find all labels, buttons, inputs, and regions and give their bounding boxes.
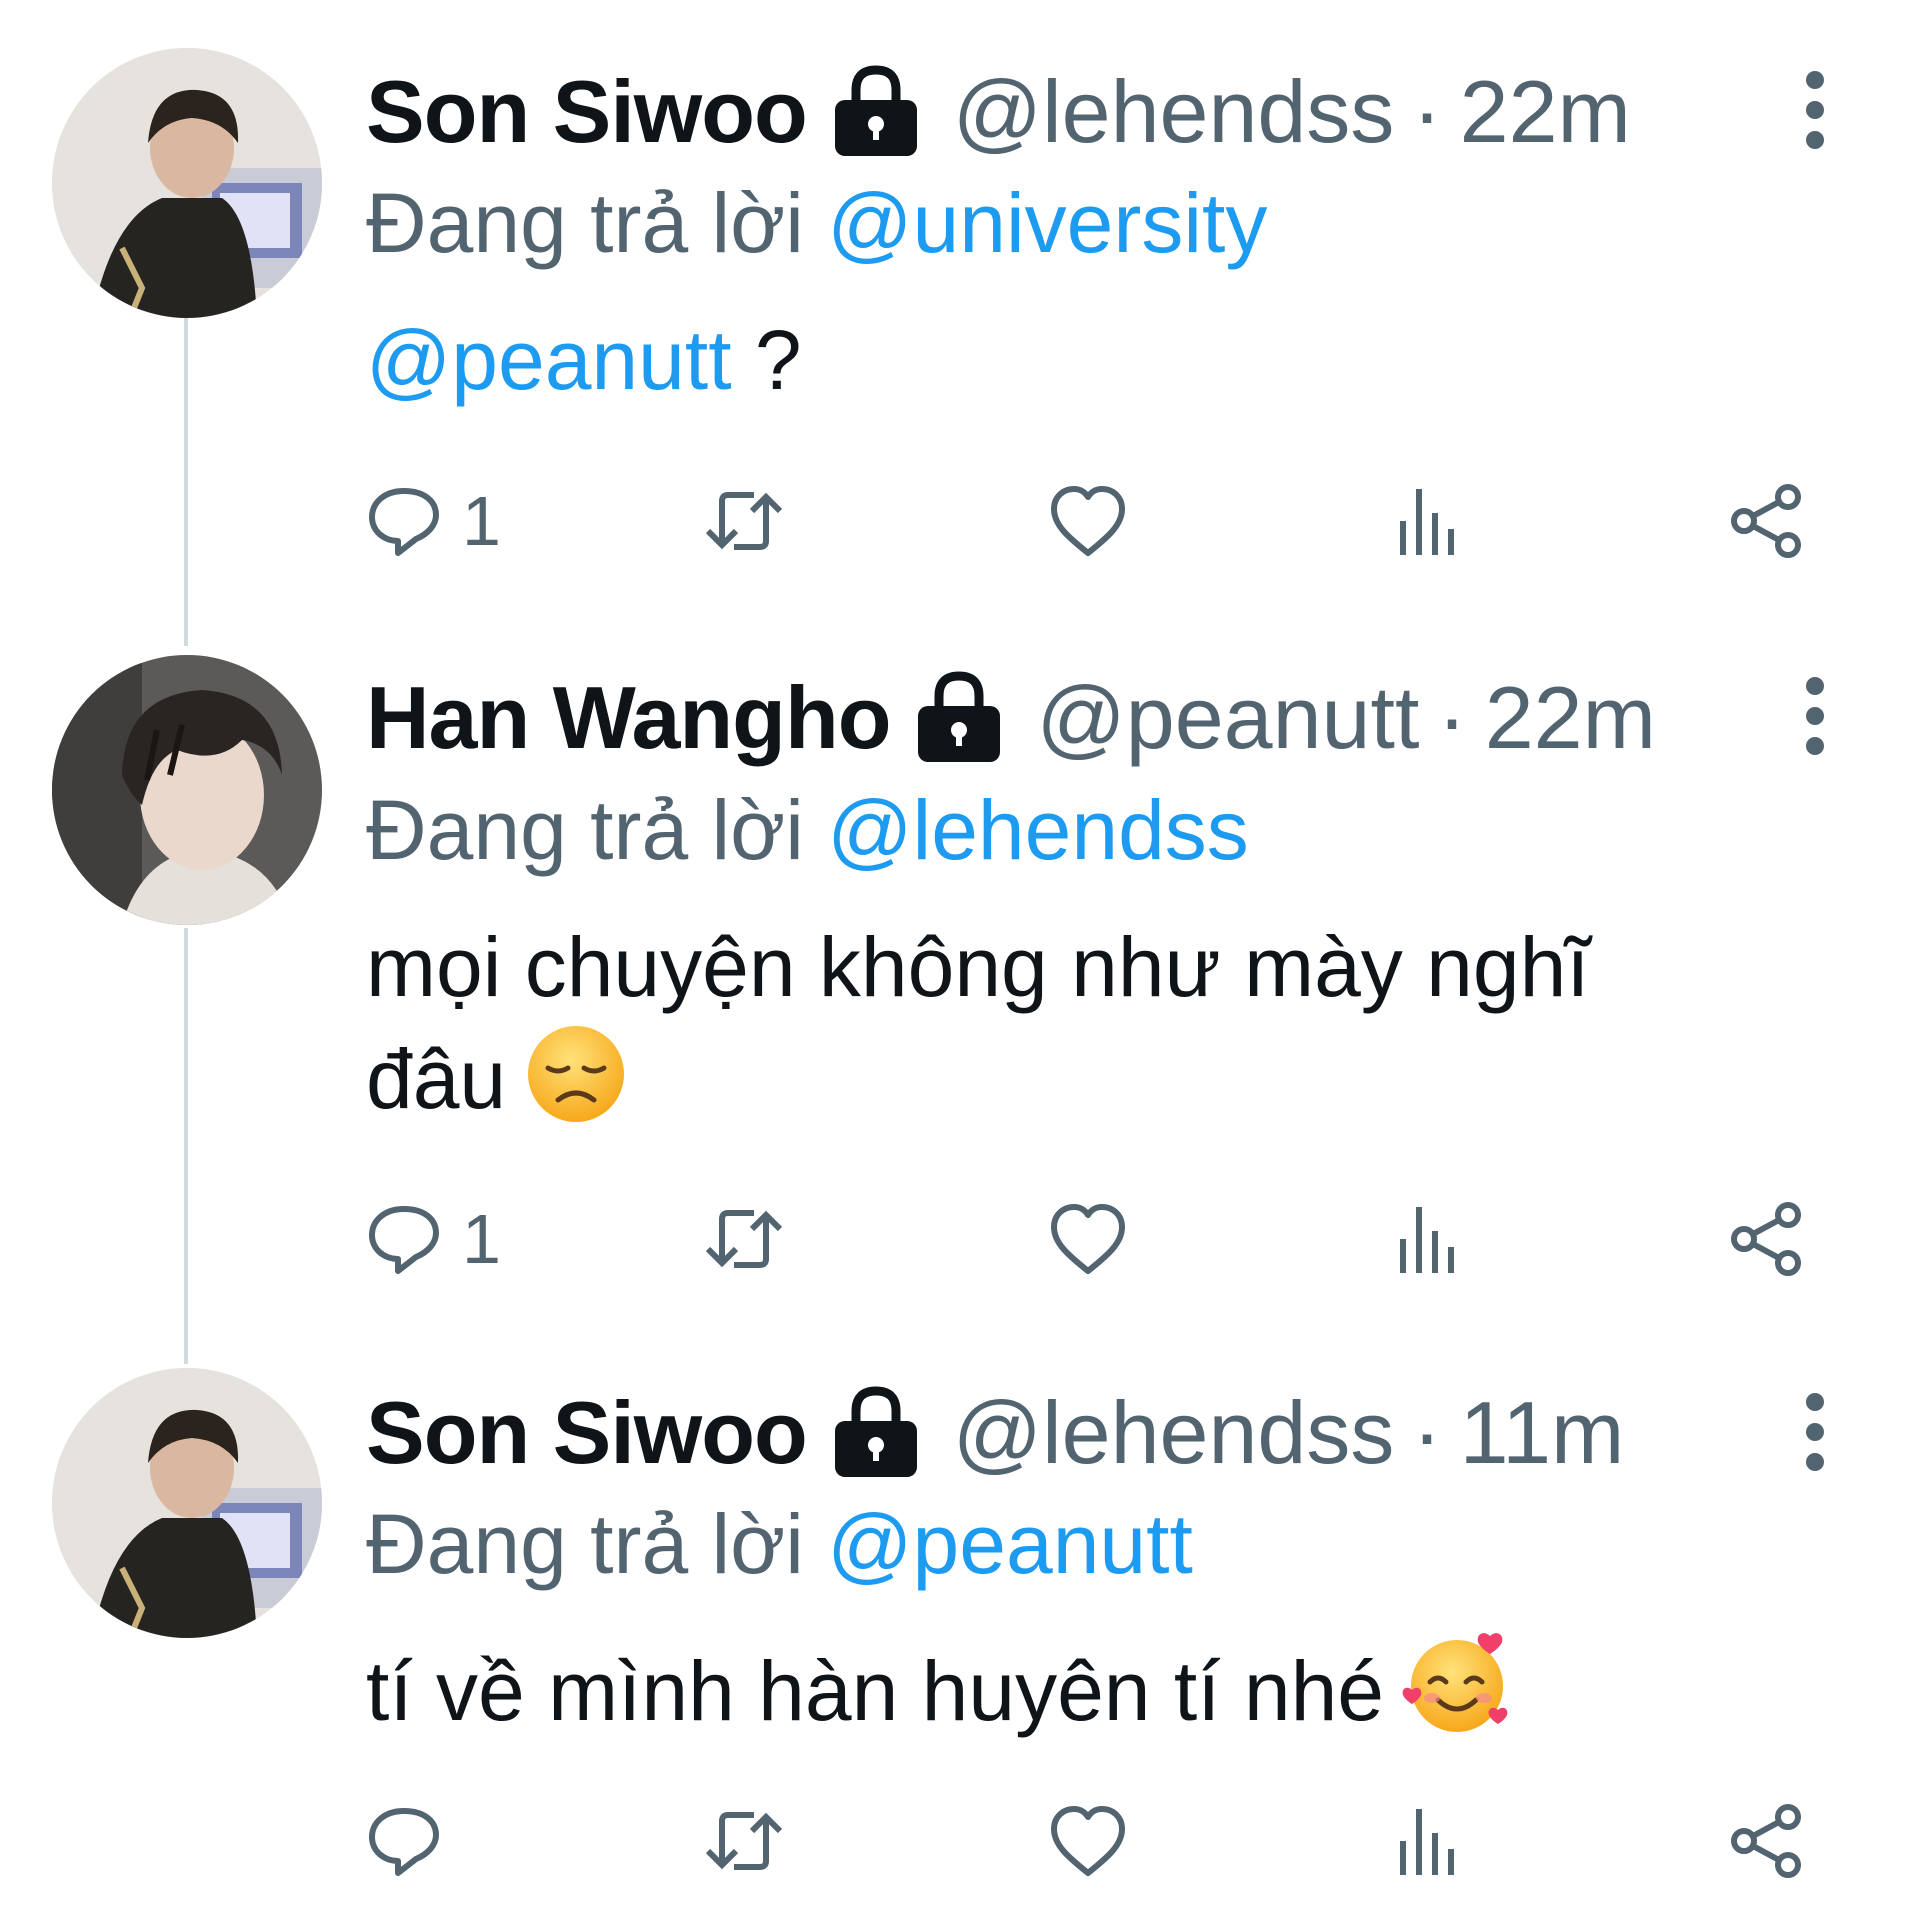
retweet-button[interactable] [702, 1194, 786, 1284]
tweet-actions [366, 1796, 1826, 1886]
reply-button[interactable]: 1 [366, 1194, 501, 1284]
tweet-text: @peanutt ? [366, 305, 1766, 415]
replying-to-label: Đang trả lời [366, 176, 804, 270]
share-button[interactable] [1726, 1194, 1806, 1284]
heart-icon [1051, 486, 1125, 556]
body-line-2-wrap: đâu [366, 1022, 1766, 1134]
reply-count: 1 [462, 1200, 501, 1278]
disappointed-face-emoji [528, 1026, 625, 1122]
avatar-photo [52, 655, 322, 925]
separator-dot: · [1412, 62, 1442, 161]
reply-icon [369, 1206, 439, 1274]
views-icon [1400, 1207, 1454, 1273]
share-button[interactable] [1726, 476, 1806, 566]
tweet-text: tí về mình hàn huyên tí nhé [366, 1628, 1766, 1746]
avatar-photo [52, 48, 322, 318]
retweet-icon [705, 1812, 783, 1870]
avatar[interactable] [52, 48, 322, 318]
share-button[interactable] [1726, 1796, 1806, 1886]
avatar-photo [52, 1368, 322, 1638]
lock-icon [912, 668, 1006, 768]
replying-to-mention[interactable]: @university [827, 176, 1267, 270]
tweet-actions: 1 [366, 476, 1826, 566]
more-vertical-icon[interactable] [1800, 1392, 1830, 1472]
replying-to-mention[interactable]: @peanutt [827, 1497, 1193, 1591]
tweet-header: Han Wangho @peanutt · 22m [366, 668, 1656, 768]
replying-to: Đang trả lời @lehendss [366, 782, 1249, 879]
retweet-icon [705, 1210, 783, 1268]
replying-to-label: Đang trả lời [366, 1497, 804, 1591]
replying-to: Đang trả lời @peanutt [366, 1496, 1193, 1593]
replying-to: Đang trả lời @university [366, 175, 1267, 272]
reply-button[interactable] [366, 1796, 462, 1886]
tweet-text: mọi chuyện không như mày nghĩ đâu [366, 912, 1766, 1134]
timestamp[interactable]: 22m [1460, 61, 1631, 163]
display-name[interactable]: Han Wangho [366, 667, 891, 769]
views-icon [1400, 489, 1454, 555]
reply-icon [369, 488, 439, 556]
more-vertical-icon[interactable] [1800, 676, 1830, 756]
handle[interactable]: @lehendss [953, 1382, 1395, 1484]
handle[interactable]: @peanutt [1036, 667, 1419, 769]
like-button[interactable] [1048, 1796, 1128, 1886]
timestamp[interactable]: 22m [1485, 667, 1656, 769]
heart-icon [1051, 1204, 1125, 1274]
display-name[interactable]: Son Siwoo [366, 61, 808, 163]
views-button[interactable] [1396, 1796, 1462, 1886]
avatar[interactable] [52, 1368, 322, 1638]
views-icon [1400, 1809, 1454, 1875]
body-line-1: mọi chuyện không như mày nghĩ [366, 920, 1590, 1014]
lock-icon [829, 1383, 923, 1483]
smiling-face-with-hearts-emoji [1402, 1633, 1508, 1732]
like-button[interactable] [1048, 476, 1128, 566]
replying-to-mention[interactable]: @lehendss [827, 783, 1249, 877]
views-button[interactable] [1396, 1194, 1462, 1284]
thread-connector-line [184, 318, 188, 646]
reply-button[interactable]: 1 [366, 476, 501, 566]
views-button[interactable] [1396, 476, 1462, 566]
display-name[interactable]: Son Siwoo [366, 1382, 808, 1484]
body-text: ? [731, 313, 802, 407]
reply-count: 1 [462, 482, 501, 560]
replying-to-label: Đang trả lời [366, 783, 804, 877]
conversation-thread: Son Siwoo @lehendss · 22m Đang trả lời @… [0, 0, 1920, 1918]
share-icon [1731, 1202, 1801, 1276]
lock-icon [829, 62, 923, 162]
handle[interactable]: @lehendss [953, 61, 1395, 163]
reply-icon [369, 1808, 439, 1876]
more-vertical-icon[interactable] [1800, 70, 1830, 150]
body-mention[interactable]: @peanutt [366, 313, 732, 407]
timestamp[interactable]: 11m [1460, 1382, 1625, 1484]
retweet-icon [705, 492, 783, 550]
tweet-actions: 1 [366, 1194, 1826, 1284]
separator-dot: · [1412, 1383, 1442, 1482]
retweet-button[interactable] [702, 476, 786, 566]
body-line-2: đâu [366, 1032, 507, 1126]
retweet-button[interactable] [702, 1796, 786, 1886]
heart-icon [1051, 1806, 1125, 1876]
avatar[interactable] [52, 655, 322, 925]
share-icon [1731, 1804, 1801, 1878]
thread-connector-line [184, 928, 188, 1364]
body-text: tí về mình hàn huyên tí nhé [366, 1644, 1385, 1738]
tweet-header: Son Siwoo @lehendss · 11m [366, 1383, 1624, 1483]
tweet-header: Son Siwoo @lehendss · 22m [366, 62, 1631, 162]
like-button[interactable] [1048, 1194, 1128, 1284]
separator-dot: · [1437, 668, 1467, 767]
share-icon [1731, 484, 1801, 558]
